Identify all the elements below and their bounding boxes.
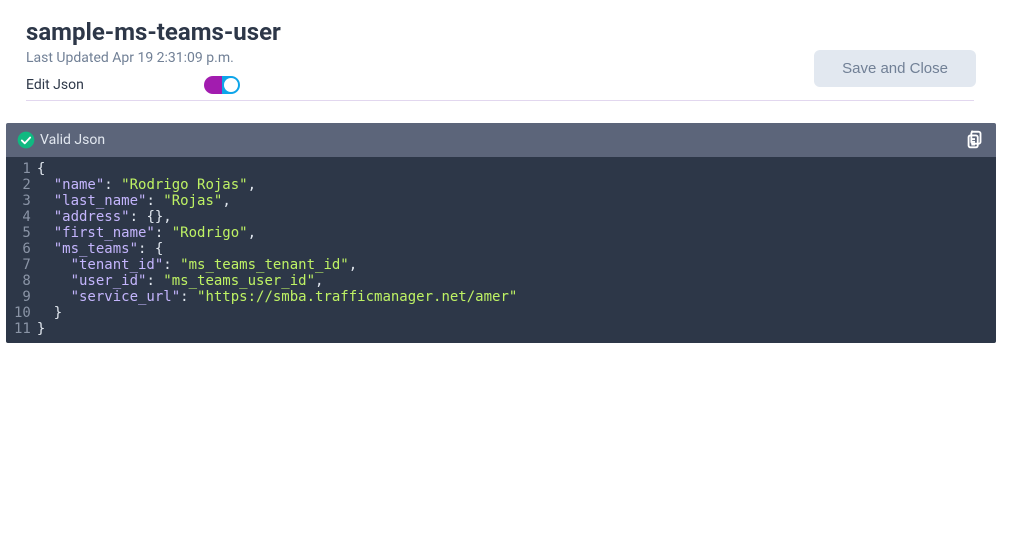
code-line: "user_id": "ms_teams_user_id", (37, 273, 517, 289)
check-circle-icon (16, 130, 36, 150)
code-line: } (37, 305, 517, 321)
line-number: 4 (14, 209, 31, 225)
code-content[interactable]: { "name": "Rodrigo Rojas", "last_name": … (37, 161, 533, 337)
token-punc: , (248, 177, 256, 193)
token-indent (37, 177, 54, 193)
editor-status-text: Valid Json (40, 132, 105, 148)
code-line: "name": "Rodrigo Rojas", (37, 177, 517, 193)
code-line: "first_name": "Rodrigo", (37, 225, 517, 241)
page-title: sample-ms-teams-user (26, 18, 974, 46)
token-str: "Rodrigo" (172, 225, 248, 241)
toggle-knob (224, 78, 238, 92)
token-indent (37, 225, 54, 241)
code-line: "tenant_id": "ms_teams_tenant_id", (37, 257, 517, 273)
edit-json-label: Edit Json (26, 77, 84, 93)
token-punc: : (146, 273, 163, 289)
json-editor: Valid Json 1234567891011 { "name": "Rodr… (6, 123, 996, 343)
code-line: "address": {}, (37, 209, 517, 225)
token-key: "first_name" (54, 225, 155, 241)
save-and-close-button[interactable]: Save and Close (814, 50, 976, 87)
token-brace: { (155, 241, 163, 257)
token-indent (37, 209, 54, 225)
line-number: 11 (14, 321, 31, 337)
line-number: 5 (14, 225, 31, 241)
token-punc: : (155, 225, 172, 241)
code-line: } (37, 321, 517, 337)
token-punc: : (104, 177, 121, 193)
token-punc: , (349, 257, 357, 273)
line-number: 8 (14, 273, 31, 289)
token-brace: } (37, 321, 45, 337)
token-key: "tenant_id" (71, 257, 164, 273)
token-indent (37, 273, 71, 289)
token-punc: : (146, 193, 163, 209)
token-key: "service_url" (71, 289, 181, 305)
token-key: "ms_teams" (54, 241, 138, 257)
token-punc: : (163, 257, 180, 273)
edit-json-toggle[interactable] (204, 76, 240, 94)
code-line: "last_name": "Rojas", (37, 193, 517, 209)
line-number: 7 (14, 257, 31, 273)
token-str: "Rodrigo Rojas" (121, 177, 247, 193)
token-str: "Rojas" (163, 193, 222, 209)
token-punc: , (222, 193, 230, 209)
token-punc: : (138, 241, 155, 257)
token-key: "user_id" (71, 273, 147, 289)
line-number: 10 (14, 305, 31, 321)
token-key: "address" (54, 209, 130, 225)
token-indent (37, 241, 54, 257)
token-brace: } (54, 305, 62, 321)
token-brace: { (37, 161, 45, 177)
token-punc: , (163, 209, 171, 225)
token-indent (37, 305, 54, 321)
token-brace: {} (146, 209, 163, 225)
line-number: 1 (14, 161, 31, 177)
token-punc: : (130, 209, 147, 225)
token-punc: : (180, 289, 197, 305)
line-number: 6 (14, 241, 31, 257)
code-area[interactable]: 1234567891011 { "name": "Rodrigo Rojas",… (6, 157, 996, 343)
token-str: "ms_teams_user_id" (163, 273, 315, 289)
token-indent (37, 193, 54, 209)
code-line: "service_url": "https://smba.trafficmana… (37, 289, 517, 305)
code-line: "ms_teams": { (37, 241, 517, 257)
token-punc: , (315, 273, 323, 289)
token-str: "https://smba.trafficmanager.net/amer" (197, 289, 517, 305)
token-str: "ms_teams_tenant_id" (180, 257, 349, 273)
line-number: 2 (14, 177, 31, 193)
code-line: { (37, 161, 517, 177)
line-number: 3 (14, 193, 31, 209)
line-number: 9 (14, 289, 31, 305)
token-punc: , (248, 225, 256, 241)
token-key: "name" (54, 177, 105, 193)
editor-status-bar: Valid Json (6, 123, 996, 157)
line-number-gutter: 1234567891011 (6, 161, 37, 337)
copy-icon[interactable] (964, 129, 986, 151)
token-indent (37, 257, 71, 273)
token-indent (37, 289, 71, 305)
token-key: "last_name" (54, 193, 147, 209)
